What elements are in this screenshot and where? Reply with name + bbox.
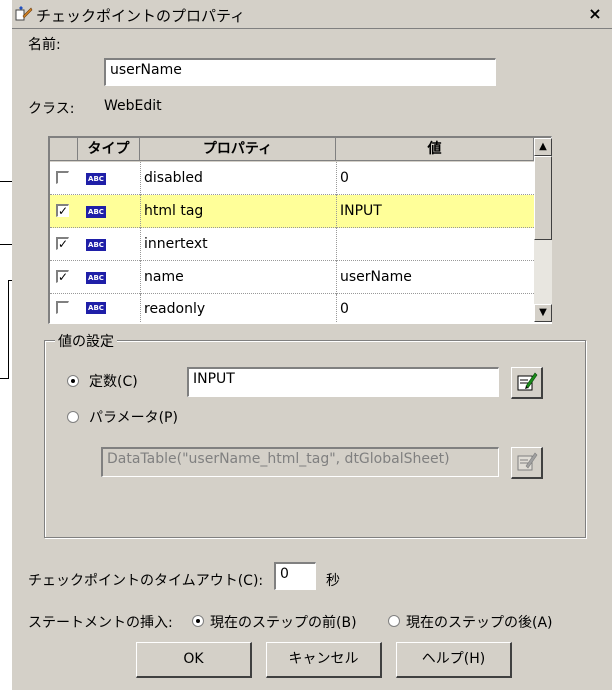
value-cell[interactable]: userName: [340, 261, 530, 294]
string-type-icon: ABC: [86, 239, 106, 251]
checkpoint-properties-icon: [15, 6, 33, 21]
value-cell[interactable]: 0: [340, 294, 530, 322]
header-property[interactable]: プロパティ: [140, 138, 336, 161]
string-type-icon: ABC: [86, 206, 106, 218]
close-icon[interactable]: ×: [584, 4, 606, 24]
table-row[interactable]: ✓ ABC html tag INPUT: [50, 195, 534, 228]
row-checkbox[interactable]: ✓: [56, 270, 69, 283]
window-title: チェックポイントのプロパティ: [36, 7, 246, 25]
checkpoint-properties-dialog: チェックポイントのプロパティ × 名前: userName クラス: WebEd…: [12, 0, 612, 690]
row-checkbox[interactable]: ✓: [56, 204, 69, 217]
table-row[interactable]: ✓ ABC name userName: [50, 261, 534, 294]
property-cell: readonly: [144, 301, 206, 317]
property-cell: html tag: [144, 203, 204, 219]
value-settings-group: 値の設定 定数(C) INPUT パラメータ(P) DataTable("use…: [44, 331, 586, 538]
title-bar[interactable]: チェックポイントのプロパティ ×: [12, 0, 612, 29]
value-cell[interactable]: 0: [340, 162, 530, 195]
header-checkbox-col: [50, 138, 78, 161]
timeout-label: チェックポイントのタイムアウト(C):: [28, 573, 264, 589]
property-grid: タイプ プロパティ 値 ABC disabled 0 ✓ ABC html ta…: [48, 136, 552, 324]
table-row[interactable]: ABC readonly 0: [50, 294, 534, 322]
property-cell: name: [144, 269, 184, 285]
help-button[interactable]: ヘルプ(H): [396, 642, 512, 678]
edit-parameter-icon: [511, 447, 543, 479]
insert-before-radio[interactable]: [192, 615, 204, 627]
insert-label: ステートメントの挿入:: [28, 615, 173, 631]
value-cell[interactable]: [340, 228, 530, 261]
row-checkbox[interactable]: ✓: [56, 237, 69, 250]
value-cell[interactable]: INPUT: [340, 195, 530, 228]
callout-line-3-vert: [8, 280, 9, 378]
property-cell: disabled: [144, 170, 203, 186]
name-field[interactable]: userName: [104, 58, 496, 86]
value-settings-legend: 値の設定: [55, 331, 117, 351]
insert-before-label[interactable]: 現在のステップの前(B): [210, 612, 357, 632]
cancel-button[interactable]: キャンセル: [266, 642, 382, 678]
constant-label-text: 定数(C): [89, 374, 138, 390]
string-type-icon: ABC: [86, 173, 106, 185]
header-value[interactable]: 値: [336, 138, 534, 161]
scroll-down-icon[interactable]: ▼: [534, 304, 552, 322]
property-cell: innertext: [144, 236, 208, 252]
edit-value-icon[interactable]: [511, 367, 543, 399]
parameter-value-field: DataTable("userName_html_tag", dtGlobalS…: [101, 447, 499, 477]
row-checkbox[interactable]: [56, 171, 69, 184]
constant-value-field[interactable]: INPUT: [187, 367, 499, 397]
header-type[interactable]: タイプ: [78, 138, 140, 161]
ok-button[interactable]: OK: [136, 642, 252, 678]
name-label: 名前:: [28, 37, 61, 53]
parameter-label[interactable]: パラメータ(P): [89, 407, 178, 427]
grid-scrollbar[interactable]: ▲ ▼: [534, 138, 552, 322]
table-row[interactable]: ABC disabled 0: [50, 162, 534, 195]
insert-after-label[interactable]: 現在のステップの後(A): [406, 612, 553, 632]
table-row[interactable]: ✓ ABC innertext: [50, 228, 534, 261]
row-checkbox[interactable]: [56, 301, 69, 314]
insert-after-radio[interactable]: [388, 615, 400, 627]
scroll-up-icon[interactable]: ▲: [534, 138, 552, 156]
constant-radio[interactable]: [67, 375, 79, 387]
class-value: WebEdit: [104, 98, 162, 114]
string-type-icon: ABC: [86, 272, 106, 284]
grid-header: タイプ プロパティ 値: [50, 138, 534, 162]
parameter-radio[interactable]: [67, 411, 79, 423]
timeout-unit: 秒: [326, 573, 340, 589]
callout-line-3-foot: [0, 378, 9, 379]
constant-label[interactable]: 定数(C): [89, 371, 138, 391]
scroll-thumb[interactable]: [534, 156, 552, 240]
string-type-icon: ABC: [86, 302, 106, 314]
timeout-field[interactable]: 0: [274, 562, 316, 590]
class-label: クラス:: [28, 101, 75, 117]
